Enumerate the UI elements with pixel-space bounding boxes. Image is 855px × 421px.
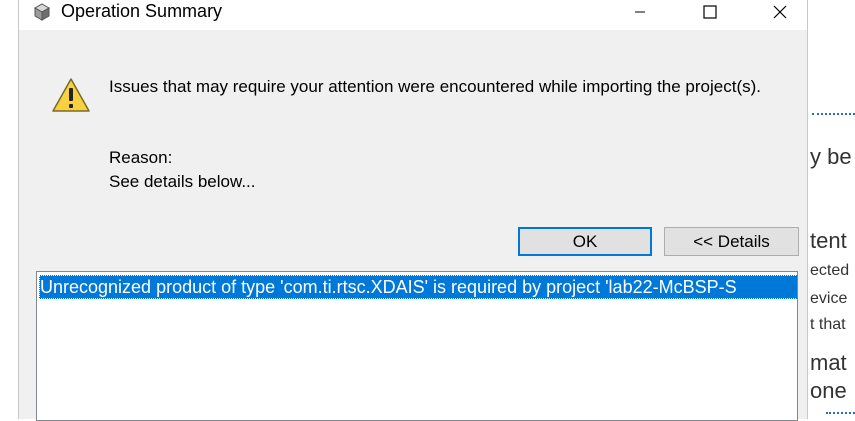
details-list[interactable]: Unrecognized product of type 'com.ti.rts…	[36, 271, 798, 421]
background-text: y be	[810, 144, 852, 169]
background-text: evice	[810, 290, 848, 307]
ok-button[interactable]: OK	[518, 227, 652, 256]
details-toggle-button[interactable]: << Details	[664, 227, 799, 256]
background-text: mat	[810, 350, 847, 375]
app-cube-icon	[32, 2, 52, 22]
background-dotted-rule	[812, 113, 855, 115]
title-bar[interactable]: Operation Summary	[19, 0, 807, 30]
close-button[interactable]	[757, 0, 803, 24]
close-icon	[773, 5, 787, 19]
background-text: t that	[810, 316, 846, 333]
background-text: one	[810, 378, 847, 403]
background-dotted-rule	[826, 412, 855, 414]
reason-label: Reason:	[109, 148, 173, 167]
dialog-message: Issues that may require your attention w…	[109, 77, 761, 96]
dialog-title: Operation Summary	[61, 1, 223, 21]
operation-summary-dialog: Operation Summary Issues that may requir…	[18, 0, 808, 421]
background-text: tent	[810, 228, 847, 253]
minimize-button[interactable]	[617, 0, 663, 24]
maximize-icon	[703, 5, 717, 19]
warning-icon	[51, 77, 91, 113]
minimize-icon	[635, 11, 645, 13]
maximize-button[interactable]	[687, 0, 733, 24]
reason-text: See details below...	[109, 172, 256, 191]
details-list-item[interactable]: Unrecognized product of type 'com.ti.rts…	[39, 275, 797, 299]
background-text: ected	[810, 262, 850, 279]
